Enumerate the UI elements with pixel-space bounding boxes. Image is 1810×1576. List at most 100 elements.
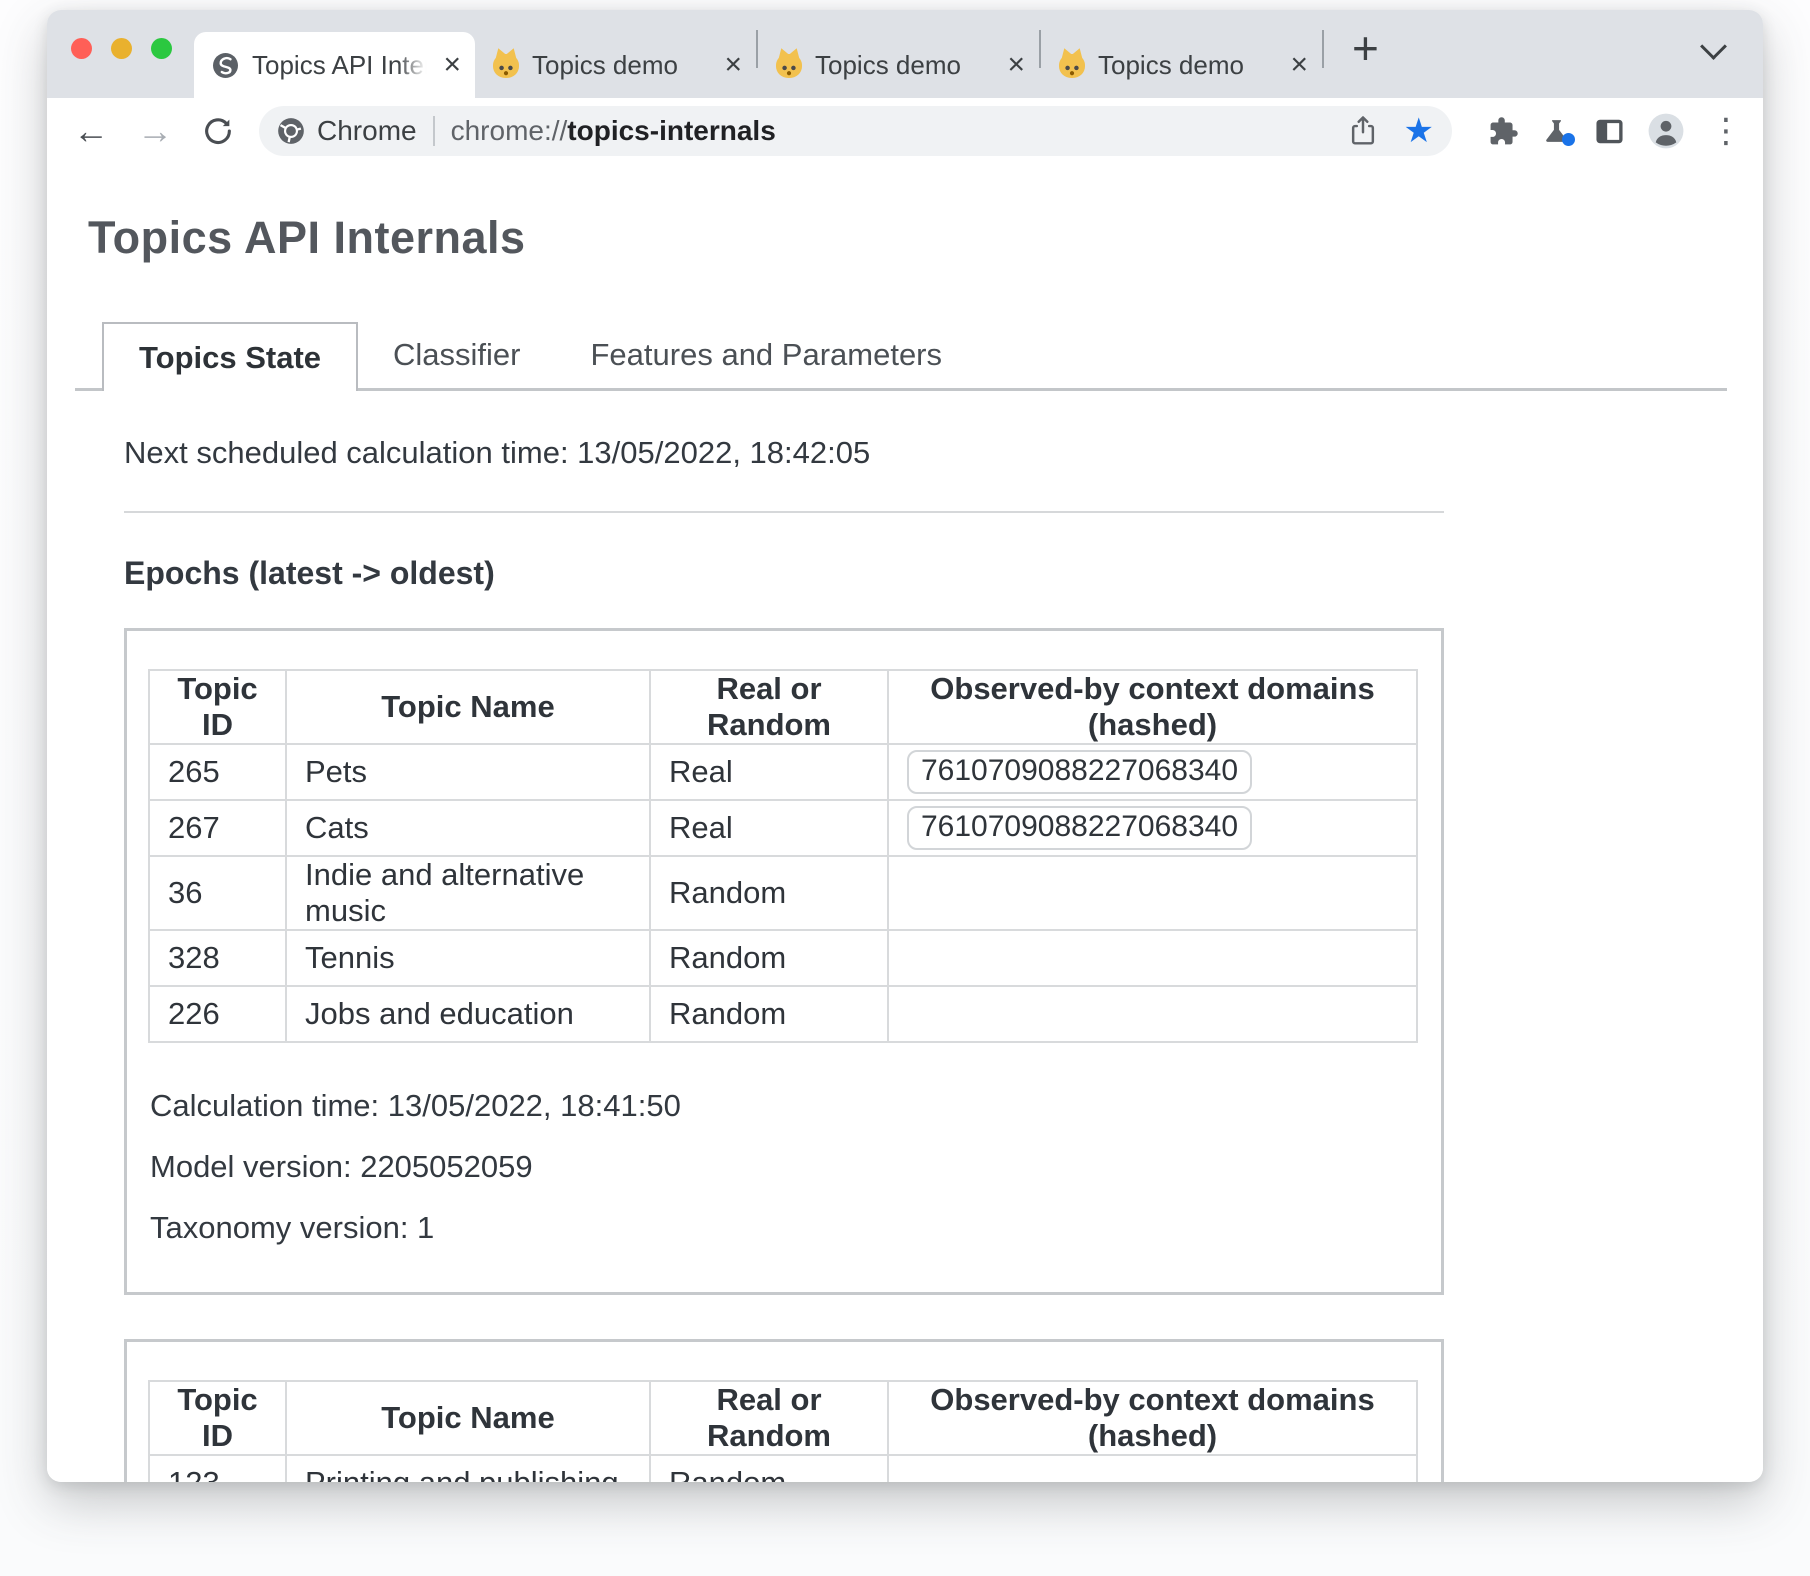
tab-close-icon[interactable]: × (724, 50, 742, 80)
epochs-list: Topic IDTopic NameReal or RandomObserved… (124, 628, 1727, 1482)
column-header: Observed-by context domains (hashed) (888, 1381, 1417, 1455)
table-row: 123Printing and publishingRandom (149, 1455, 1417, 1482)
menu-dots-icon[interactable]: ⋮ (1709, 114, 1743, 148)
tab-close-icon[interactable]: × (1290, 50, 1308, 80)
table-cell: 226 (149, 986, 286, 1042)
topics-tabbox: Topics State Classifier Features and Par… (75, 322, 1727, 1482)
browser-tabstrip: Topics API Intern × Topics demo × Topics… (47, 10, 1763, 98)
topics-state-panel: Next scheduled calculation time: 13/05/2… (75, 391, 1727, 1482)
back-arrow-icon[interactable]: ← (73, 113, 109, 149)
reload-icon[interactable] (201, 114, 235, 148)
tab-classifier[interactable]: Classifier (358, 322, 555, 388)
cat-icon (1059, 54, 1085, 78)
epoch-meta-line: Model version: 2205052059 (150, 1144, 1419, 1190)
observed-by-cell (888, 986, 1417, 1042)
url-host: topics-internals (567, 115, 775, 146)
column-header: Real or Random (650, 1381, 888, 1455)
table-cell: Tennis (286, 930, 650, 986)
tab-close-icon[interactable]: × (443, 50, 461, 80)
table-cell: 265 (149, 744, 286, 800)
flask-badge-dot (1562, 133, 1575, 146)
extensions-puzzle-icon[interactable] (1488, 116, 1519, 147)
table-cell: Pets (286, 744, 650, 800)
observed-by-cell (888, 1455, 1417, 1482)
hashed-domain-value[interactable]: 7610709088227068340 (907, 750, 1252, 794)
column-header: Observed-by context domains (hashed) (888, 670, 1417, 744)
window-zoom-button[interactable] (151, 38, 172, 59)
table-cell: Random (650, 986, 888, 1042)
column-header: Topic ID (149, 1381, 286, 1455)
browser-tab-topics-demo-2[interactable]: Topics demo × (758, 32, 1039, 98)
forward-arrow-icon[interactable]: → (137, 113, 173, 149)
omnibox-divider (433, 116, 435, 146)
observed-by-cell (888, 930, 1417, 986)
share-icon[interactable] (1348, 115, 1378, 147)
epoch-box-0: Topic IDTopic NameReal or RandomObserved… (124, 628, 1444, 1295)
screenshot-stage: Topics API Intern × Topics demo × Topics… (0, 0, 1810, 1576)
browser-tab-topics-internals[interactable]: Topics API Intern × (194, 32, 475, 98)
observed-by-cell: 7610709088227068340 (888, 744, 1417, 800)
bookmark-star-icon[interactable]: ★ (1404, 114, 1434, 148)
column-header: Topic ID (149, 670, 286, 744)
table-cell: Random (650, 930, 888, 986)
column-header: Topic Name (286, 670, 650, 744)
url-text[interactable]: chrome://topics-internals (451, 115, 1348, 147)
table-cell: Random (650, 1455, 888, 1482)
page-title: Topics API Internals (88, 212, 1763, 264)
hashed-domain-value[interactable]: 7610709088227068340 (907, 806, 1252, 850)
column-header: Real or Random (650, 670, 888, 744)
globe-icon (212, 52, 239, 79)
browser-tab-topics-demo-3[interactable]: Topics demo × (1041, 32, 1322, 98)
browser-window: Topics API Intern × Topics demo × Topics… (47, 10, 1763, 1482)
table-cell: 267 (149, 800, 286, 856)
table-cell: Jobs and education (286, 986, 650, 1042)
column-header: Topic Name (286, 1381, 650, 1455)
new-tab-button[interactable]: + (1352, 25, 1379, 71)
experiments-flask-icon[interactable] (1541, 116, 1572, 147)
tab-topics-state[interactable]: Topics State (102, 322, 358, 391)
tab-title: Topics demo (1098, 50, 1277, 81)
side-panel-icon[interactable] (1594, 116, 1625, 147)
address-bar[interactable]: Chrome chrome://topics-internals ★ (259, 106, 1452, 156)
epochs-heading: Epochs (latest -> oldest) (124, 555, 1727, 592)
table-row: 226Jobs and educationRandom (149, 986, 1417, 1042)
browser-toolbar: ← → Chrome chrome://topics-internals (47, 98, 1763, 168)
cat-icon (776, 54, 802, 78)
table-header-row: Topic IDTopic NameReal or RandomObserved… (149, 1381, 1417, 1455)
divider (124, 511, 1444, 513)
tab-search-chevron-down-icon[interactable] (1700, 33, 1727, 60)
table-cell: Real (650, 800, 888, 856)
topics-tabrow: Topics State Classifier Features and Par… (75, 322, 1727, 391)
browser-tab-topics-demo-1[interactable]: Topics demo × (475, 32, 756, 98)
table-row: 36Indie and alternative musicRandom (149, 856, 1417, 930)
window-minimize-button[interactable] (111, 38, 132, 59)
observed-by-cell (888, 856, 1417, 930)
table-cell: Printing and publishing (286, 1455, 650, 1482)
tab-close-icon[interactable]: × (1007, 50, 1025, 80)
next-calculation-time: Next scheduled calculation time: 13/05/2… (124, 435, 1727, 471)
epoch-table-1: Topic IDTopic NameReal or RandomObserved… (148, 1380, 1418, 1482)
table-row: 328TennisRandom (149, 930, 1417, 986)
epoch-meta-line: Taxonomy version: 1 (150, 1205, 1419, 1251)
profile-avatar-icon[interactable] (1647, 112, 1685, 150)
table-row: 265PetsReal 7610709088227068340 (149, 744, 1417, 800)
epoch-table-0: Topic IDTopic NameReal or RandomObserved… (148, 669, 1418, 1043)
url-scheme: chrome:// (451, 115, 568, 146)
epoch-box-1: Topic IDTopic NameReal or RandomObserved… (124, 1339, 1444, 1482)
table-row: 267CatsReal 7610709088227068340 (149, 800, 1417, 856)
window-controls (71, 10, 172, 98)
cat-icon (493, 54, 519, 78)
table-cell: 36 (149, 856, 286, 930)
table-cell: 328 (149, 930, 286, 986)
table-header-row: Topic IDTopic NameReal or RandomObserved… (149, 670, 1417, 744)
table-cell: Indie and alternative music (286, 856, 650, 930)
tab-features-and-parameters[interactable]: Features and Parameters (556, 322, 978, 388)
chrome-logo-icon (277, 117, 305, 145)
observed-by-cell: 7610709088227068340 (888, 800, 1417, 856)
table-cell: Real (650, 744, 888, 800)
table-cell: 123 (149, 1455, 286, 1482)
tab-separator (1322, 30, 1324, 68)
window-close-button[interactable] (71, 38, 92, 59)
site-label: Chrome (317, 115, 417, 147)
table-cell: Cats (286, 800, 650, 856)
